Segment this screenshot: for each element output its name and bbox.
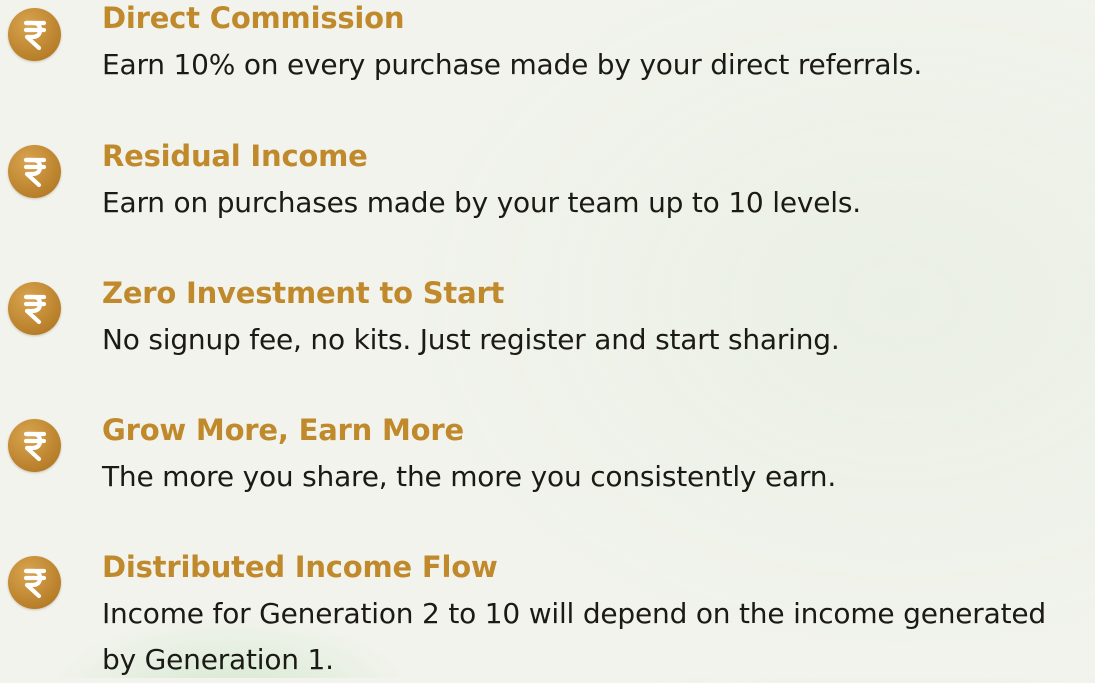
feature-description: The more you share, the more you consist…: [102, 460, 837, 493]
feature-title: Distributed Income Flow: [102, 550, 498, 584]
feature-title: Residual Income: [102, 139, 368, 173]
feature-title: Direct Commission: [102, 1, 405, 35]
rupee-icon: [8, 282, 61, 335]
rupee-icon: [8, 145, 61, 198]
rupee-icon: [8, 419, 61, 472]
feature-description: Earn 10% on every purchase made by your …: [102, 48, 923, 81]
feature-title: Zero Investment to Start: [102, 276, 505, 310]
rupee-icon: [8, 556, 61, 609]
feature-description: No signup fee, no kits. Just register an…: [102, 323, 840, 356]
rupee-icon: [8, 8, 61, 61]
feature-description: Earn on purchases made by your team up t…: [102, 186, 861, 219]
feature-title: Grow More, Earn More: [102, 413, 464, 447]
feature-description: Income for Generation 2 to 10 will depen…: [102, 597, 1046, 676]
feature-list: Direct Commission Earn 10% on every purc…: [0, 0, 1095, 678]
